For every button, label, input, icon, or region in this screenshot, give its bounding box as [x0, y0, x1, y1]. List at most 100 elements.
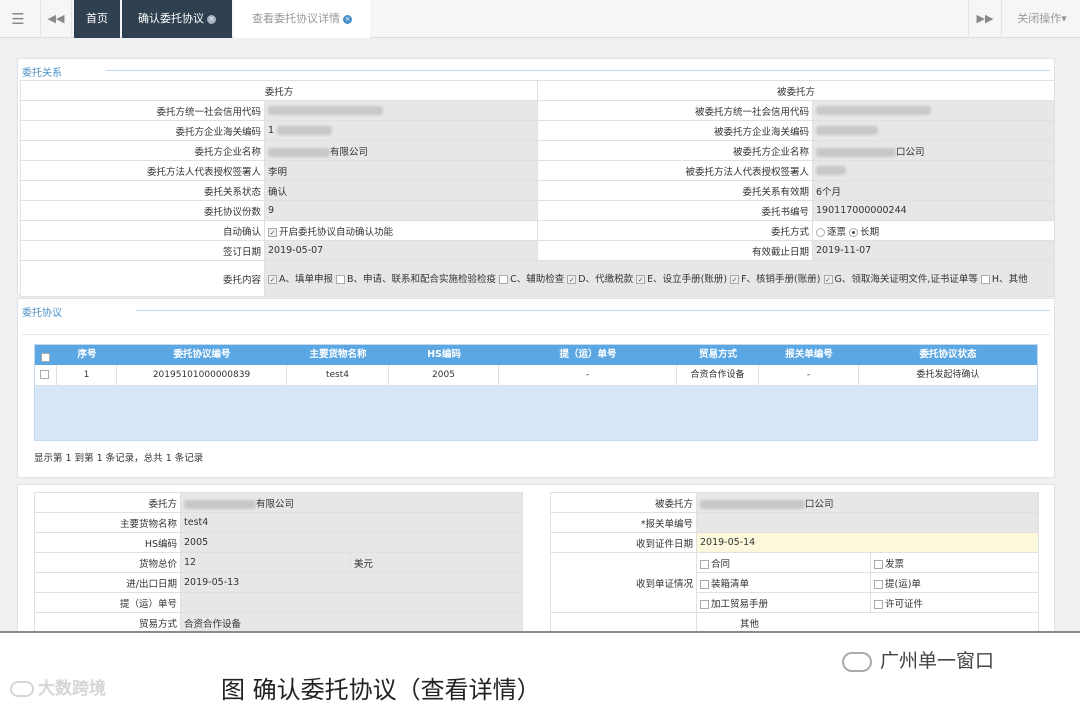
auto-confirm-text: 开启委托协议自动确认功能 — [279, 226, 394, 238]
auto-confirm-checkbox[interactable]: ✓ — [268, 227, 277, 237]
doc-checkbox[interactable] — [874, 579, 883, 589]
field-label: 收到单证情况 — [550, 552, 697, 613]
column-header[interactable]: 序号 — [57, 345, 117, 365]
mode-radio-long-term[interactable] — [849, 227, 859, 237]
other-docs-field[interactable]: 其他 — [695, 612, 1040, 631]
field-label: 自动确认 — [20, 220, 265, 241]
content-checkbox[interactable]: ✓ — [823, 274, 833, 284]
tab-scroll-right-icon[interactable]: ▶▶ — [968, 0, 1002, 38]
field-label: 委托方企业海关编码 — [20, 120, 265, 141]
redacted-value — [277, 126, 333, 135]
cell-agreement-status: 委托发起待确认 — [916, 370, 980, 380]
mode-radio-per-ticket[interactable] — [816, 227, 826, 237]
doc-label: 提(运)单 — [885, 578, 921, 590]
column-header[interactable]: 贸易方式 — [677, 345, 759, 365]
principal-customs-code: 1 — [263, 120, 539, 141]
detail-goods-name: test4 — [179, 512, 524, 533]
relation-validity: 6个月 — [812, 180, 1056, 201]
received-date-field[interactable]: 2019-05-14 — [695, 532, 1040, 553]
agent-credit-code — [812, 100, 1056, 121]
doc-checkbox[interactable] — [700, 559, 709, 569]
doc-option[interactable]: 加工贸易手册 — [696, 592, 871, 613]
redacted-value — [816, 147, 897, 157]
doc-checkbox[interactable] — [700, 579, 709, 589]
row-checkbox[interactable] — [40, 370, 49, 379]
tab-confirm-agreement[interactable]: 确认委托协议 × — [122, 0, 232, 38]
tab-bar: ☰ ◀◀ 首页 确认委托协议 × 查看委托协议详情 × ▶▶ 关闭操作▾ — [0, 0, 1080, 38]
column-header[interactable]: 报关单编号 — [759, 345, 859, 365]
doc-option[interactable]: 提(运)单 — [869, 572, 1040, 593]
auto-confirm-field: ✓ 开启委托协议自动确认功能 — [263, 220, 539, 241]
tab-agreement-detail[interactable]: 查看委托协议详情 × — [234, 0, 370, 38]
wechat-icon — [842, 651, 872, 672]
content-checkbox[interactable] — [499, 274, 509, 284]
content-item: H、其他 — [991, 273, 1028, 285]
close-tab-icon[interactable]: × — [207, 14, 216, 24]
doc-checkbox[interactable] — [700, 599, 709, 609]
doc-option[interactable]: 发票 — [869, 552, 1040, 573]
agreement-grid: 序号 委托协议编号 主要货物名称 HS编码 提（运）单号 贸易方式 报关单编号 … — [34, 344, 1038, 441]
field-value: 口公司 — [896, 146, 925, 158]
commission-number: 190117000000244 — [812, 200, 1056, 221]
field-label: HS编码 — [34, 532, 181, 553]
principal-signatory: 李明 — [263, 160, 539, 181]
doc-checkbox[interactable] — [874, 559, 883, 569]
doc-label: 加工贸易手册 — [711, 598, 769, 610]
field-label: 被委托方企业名称 — [537, 140, 814, 161]
pagination-info: 显示第 1 到第 1 条记录，总共 1 条记录 — [34, 453, 204, 464]
field-label: 委托方统一社会信用代码 — [20, 100, 265, 121]
redacted-value — [816, 106, 932, 115]
agent-company-name: 口公司 — [812, 140, 1056, 161]
doc-checkbox[interactable] — [874, 599, 883, 609]
content-checkbox[interactable]: ✓ — [567, 274, 577, 284]
column-header[interactable]: HS编码 — [389, 345, 499, 365]
close-operations-dropdown[interactable]: 关闭操作▾ — [1004, 0, 1080, 38]
tab-home[interactable]: 首页 — [74, 0, 120, 38]
content-checkbox[interactable]: ✓ — [636, 274, 646, 284]
doc-label: 装箱清单 — [711, 578, 750, 590]
content-checkbox[interactable] — [336, 274, 346, 284]
sign-date: 2019-05-07 — [263, 240, 539, 261]
close-tab-icon[interactable]: × — [343, 14, 352, 24]
principal-credit-code — [263, 100, 539, 121]
redacted-value — [816, 126, 879, 135]
agreement-count: 9 — [263, 200, 539, 221]
tab-scroll-left-icon[interactable]: ◀◀ — [40, 0, 72, 38]
field-value: 口公司 — [805, 498, 834, 510]
content-checkbox[interactable] — [980, 274, 990, 284]
field-label: 贸易方式 — [34, 612, 181, 631]
detail-left-table: 委托方 有限公司 主要货物名称 test4 HS编码 2005 货物总价 12 美元 进/… — [34, 492, 524, 631]
cell-trade-mode: 合资合作设备 — [677, 365, 759, 386]
relation-table: 委托方 被委托方 委托方统一社会信用代码 被委托方统一社会信用代码 委托方企业海… — [19, 80, 1056, 297]
column-header[interactable]: 提（运）单号 — [499, 345, 677, 365]
detail-right-table: 被委托方 口公司 *报关单编号 收到证件日期 2019-05-14 收到单证情况 合… — [550, 492, 1040, 631]
app-screenshot: ☰ ◀◀ 首页 确认委托协议 × 查看委托协议详情 × ▶▶ 关闭操作▾ 委托关系 … — [0, 0, 1080, 633]
content-checkbox[interactable]: ✓ — [268, 274, 277, 284]
column-header[interactable]: 委托协议编号 — [117, 345, 287, 365]
tab-label: 确认委托协议 — [138, 12, 204, 25]
field-label: 委托方 — [34, 492, 181, 513]
redacted-value — [700, 499, 805, 509]
column-header[interactable]: 主要货物名称 — [287, 345, 389, 365]
table-row[interactable]: 1 20195101000000839 test4 2005 - 合资合作设备 … — [35, 365, 1037, 386]
content-item: A、填单申报 — [279, 273, 333, 285]
column-header[interactable]: 委托协议状态 — [859, 345, 1037, 365]
doc-option[interactable]: 合同 — [696, 552, 871, 573]
declaration-number-field[interactable] — [695, 512, 1040, 533]
doc-option[interactable]: 装箱清单 — [696, 572, 871, 593]
radio-label: 逐票 — [827, 226, 847, 238]
logo-icon — [10, 681, 34, 697]
figure-caption-area: 大数跨境 图 确认委托协议（查看详情） 广州单一窗口 — [0, 650, 1080, 711]
select-all-checkbox[interactable] — [40, 352, 50, 362]
doc-option[interactable]: 许可证件 — [869, 592, 1040, 613]
field-label: 委托协议份数 — [20, 200, 265, 221]
field-label: 提（运）单号 — [34, 592, 181, 613]
content-item: B、申请、联系和配合实施检验检疫 — [347, 273, 497, 285]
menu-toggle-icon[interactable]: ☰ — [0, 0, 36, 38]
relation-panel: 委托关系 委托方 被委托方 委托方统一社会信用代码 被委托方统一社会信用代码 委… — [17, 58, 1056, 297]
field-label: 被委托方 — [550, 492, 697, 513]
redacted-value — [816, 166, 847, 175]
field-label: 货物总价 — [34, 552, 181, 573]
watermark-right: 广州单一窗口 — [842, 646, 994, 673]
content-checkbox[interactable]: ✓ — [730, 274, 740, 284]
